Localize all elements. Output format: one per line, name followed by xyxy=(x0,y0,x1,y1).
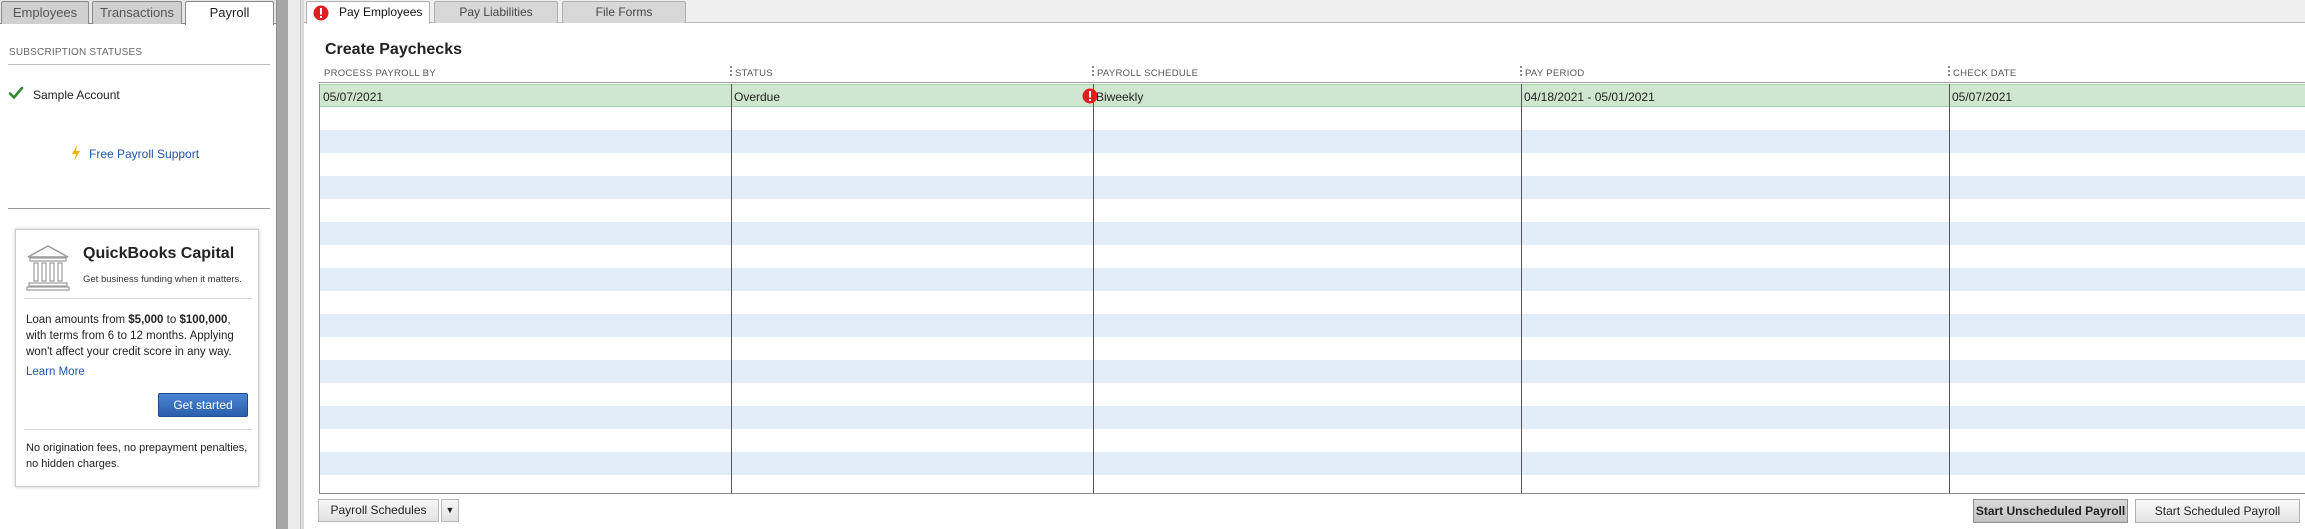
tab-file-forms[interactable]: File Forms xyxy=(562,1,686,23)
column-divider xyxy=(1093,84,1094,493)
table-row-empty xyxy=(320,383,2305,406)
table-row-empty xyxy=(320,314,2305,337)
account-name: Sample Account xyxy=(33,88,120,102)
table-row-empty xyxy=(320,222,2305,245)
table-row-empty xyxy=(320,176,2305,199)
table-row-empty xyxy=(320,245,2305,268)
table-row-empty xyxy=(320,406,2305,429)
paychecks-table: PROCESS PAYROLL BY STATUS PAYROLL SCHEDU… xyxy=(319,64,2305,494)
column-divider xyxy=(1521,84,1522,493)
table-row-empty xyxy=(320,452,2305,475)
get-started-button[interactable]: Get started xyxy=(158,393,248,417)
capital-title: QuickBooks Capital xyxy=(83,245,235,262)
divider xyxy=(8,208,270,209)
divider xyxy=(24,429,252,430)
table-row-empty xyxy=(320,153,2305,176)
start-unscheduled-payroll-button[interactable]: Start Unscheduled Payroll xyxy=(1973,499,2128,523)
cell-payroll-schedule: Biweekly xyxy=(1096,90,1144,104)
table-row-empty xyxy=(320,429,2305,452)
chevron-down-icon: ▼ xyxy=(445,505,455,515)
page-title: Create Paychecks xyxy=(325,41,462,58)
table-body: 05/07/2021 Overdue Biweekly 04/18/2021 -… xyxy=(319,84,2305,494)
column-resize-handle[interactable] xyxy=(1520,66,1522,78)
tab-employees[interactable]: Employees xyxy=(1,1,89,24)
table-row-empty xyxy=(320,475,2305,493)
tab-payroll[interactable]: Payroll xyxy=(185,1,274,25)
cell-status: Overdue xyxy=(734,90,781,104)
capital-footer-note: No origination fees, no prepayment penal… xyxy=(26,442,248,470)
tab-pay-employees[interactable]: Pay Employees xyxy=(306,1,430,24)
table-row-empty xyxy=(320,199,2305,222)
table-row-empty xyxy=(320,130,2305,153)
table-row-empty xyxy=(320,107,2305,130)
column-header-payroll-schedule[interactable]: PAYROLL SCHEDULE xyxy=(1097,68,1198,79)
check-icon xyxy=(8,86,24,100)
left-panel: Employees Transactions Payroll SUBSCRIPT… xyxy=(0,0,276,529)
learn-more-link[interactable]: Learn More xyxy=(26,366,85,378)
quickbooks-capital-card: QuickBooks Capital Get business funding … xyxy=(15,229,259,487)
cell-pay-period: 04/18/2021 - 05/01/2021 xyxy=(1524,90,1655,104)
column-resize-handle[interactable] xyxy=(1948,66,1950,78)
payroll-schedules-dropdown[interactable]: ▼ xyxy=(441,499,459,522)
loan-min-amount: $5,000 xyxy=(128,314,164,326)
free-payroll-support-link[interactable]: Free Payroll Support xyxy=(89,147,199,161)
column-resize-handle[interactable] xyxy=(730,66,732,78)
column-resize-handle[interactable] xyxy=(1092,66,1094,78)
table-row-empty xyxy=(320,268,2305,291)
tab-pay-employees-label: Pay Employees xyxy=(339,5,423,19)
table-row-empty xyxy=(320,360,2305,383)
column-divider xyxy=(1949,84,1950,493)
payroll-schedules-button[interactable]: Payroll Schedules xyxy=(318,499,439,522)
cell-process-payroll-by: 05/07/2021 xyxy=(323,90,384,104)
table-row-empty xyxy=(320,337,2305,360)
table-row-empty xyxy=(320,291,2305,314)
cell-check-date: 05/07/2021 xyxy=(1952,90,2013,104)
divider xyxy=(8,64,270,65)
table-row[interactable]: 05/07/2021 Overdue Biweekly 04/18/2021 -… xyxy=(320,84,2305,107)
column-header-check-date[interactable]: CHECK DATE xyxy=(1953,68,2017,79)
left-panel-scrollbar[interactable] xyxy=(276,0,288,529)
column-header-status[interactable]: STATUS xyxy=(735,68,773,79)
subscription-statuses-heading: SUBSCRIPTION STATUSES xyxy=(9,47,143,58)
bank-building-icon xyxy=(26,245,70,291)
start-scheduled-payroll-button[interactable]: Start Scheduled Payroll xyxy=(2135,499,2300,523)
loan-max-amount: $100,000 xyxy=(179,314,228,326)
divider xyxy=(24,298,252,299)
table-header: PROCESS PAYROLL BY STATUS PAYROLL SCHEDU… xyxy=(319,64,2305,83)
tab-transactions[interactable]: Transactions xyxy=(92,1,182,24)
lightning-bolt-icon xyxy=(72,145,80,161)
capital-description: Loan amounts from $5,000 to $100,000, wi… xyxy=(26,314,234,358)
column-header-pay-period[interactable]: PAY PERIOD xyxy=(1525,68,1585,79)
main-tab-bar: Pay Employees Pay Liabilities File Forms xyxy=(304,0,2305,24)
capital-subtitle: Get business funding when it matters. xyxy=(83,274,242,285)
column-divider xyxy=(731,84,732,493)
column-header-process-payroll-by[interactable]: PROCESS PAYROLL BY xyxy=(324,68,436,79)
left-panel-scroll-track[interactable] xyxy=(288,0,300,529)
warning-exclamation-icon xyxy=(313,5,329,21)
main-panel: Pay Employees Pay Liabilities File Forms… xyxy=(304,0,2305,529)
tab-pay-liabilities[interactable]: Pay Liabilities xyxy=(434,1,558,23)
left-tab-bar: Employees Transactions Payroll xyxy=(0,0,276,25)
